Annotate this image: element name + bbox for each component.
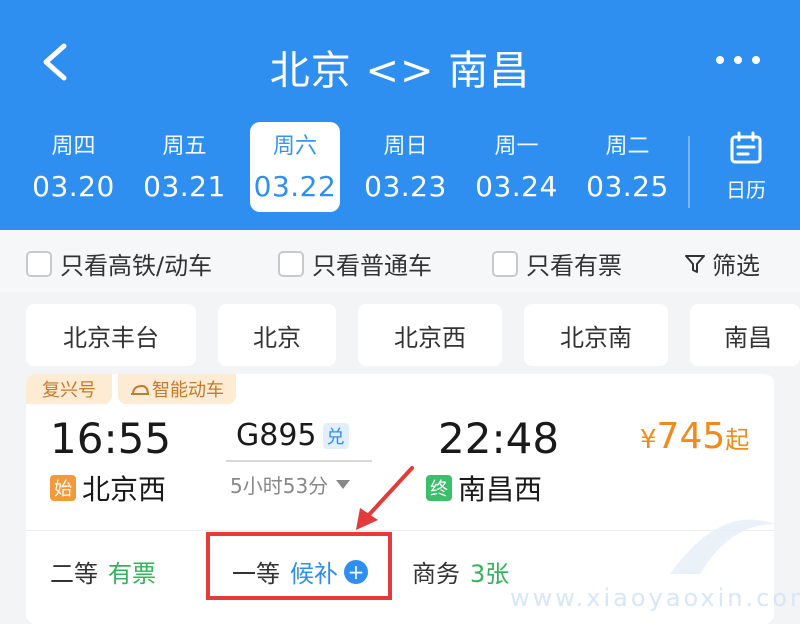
high-speed-only-checkbox[interactable]: 只看高铁/动车 [26, 246, 212, 281]
watermark-text: www.xiaoyaoxin.com [510, 584, 800, 612]
station-chip-beijingxi[interactable]: 北京西 [358, 304, 502, 366]
departure-time: 16:55 [50, 414, 172, 463]
arrival-station-name: 南昌西 [458, 473, 543, 506]
funnel-icon [685, 254, 705, 273]
checkbox-label: 只看高铁/动车 [60, 252, 213, 280]
date-selector: 周四 03.20 周五 03.21 周六 03.22 周日 03.23 周一 0… [18, 118, 690, 214]
smart-emu-tag: 智能动车 [118, 374, 236, 404]
checkbox-label: 只看普通车 [312, 252, 432, 280]
date-tab-0322-selected[interactable]: 周六 03.22 [250, 122, 340, 212]
calendar-button[interactable]: 日历 [716, 130, 776, 203]
date-value: 03.22 [253, 170, 337, 203]
date-value: 03.20 [32, 170, 115, 203]
station-chip-beijingfengtai[interactable]: 北京丰台 [26, 304, 196, 366]
seat-status: 3张 [470, 560, 510, 588]
price: ¥ 745 起 [640, 416, 749, 457]
route-title: 北京 <> 南昌 [269, 48, 531, 94]
filter-bar: 只看高铁/动车 只看普通车 只看有票 筛选 [0, 230, 800, 292]
regular-only-checkbox[interactable]: 只看普通车 [278, 246, 432, 281]
train-icon [131, 384, 149, 395]
header-divider [688, 136, 690, 208]
available-only-checkbox[interactable]: 只看有票 [492, 246, 622, 281]
station-chips: 北京丰台 北京 北京西 北京南 南昌 [26, 304, 800, 366]
seat-class-label: 商务 [412, 560, 460, 588]
date-tab-0321[interactable]: 周五 03.21 [129, 118, 240, 214]
station-chip-beijingnan[interactable]: 北京南 [524, 304, 668, 366]
checkbox-box [278, 250, 304, 277]
watermark-logo-icon [670, 519, 775, 574]
duration-toggle[interactable]: 5小时53分 [230, 470, 351, 499]
date-weekday: 周五 [162, 134, 207, 159]
fuxing-tag: 复兴号 [26, 374, 112, 404]
train-number-text: G895 [236, 418, 317, 453]
duration-text: 5小时53分 [230, 474, 329, 498]
arrival-station: 终 南昌西 [426, 468, 542, 508]
redeem-badge: 兑 [322, 422, 349, 449]
date-weekday: 周六 [272, 134, 317, 159]
arrival-time: 22:48 [438, 414, 560, 463]
smart-emu-label: 智能动车 [152, 380, 224, 401]
date-tab-0325[interactable]: 周二 03.25 [572, 118, 683, 214]
date-value: 03.21 [143, 170, 226, 203]
annotation-arrow-icon [356, 466, 414, 530]
end-badge: 终 [426, 475, 452, 501]
checkbox-box [26, 250, 52, 277]
checkbox-box [492, 250, 518, 277]
station-chip-beijing[interactable]: 北京 [218, 304, 336, 366]
date-weekday: 周日 [383, 134, 428, 159]
filter-button[interactable]: 筛选 [684, 246, 760, 281]
price-currency: ¥ [640, 425, 657, 455]
price-suffix: 起 [725, 426, 750, 454]
date-tab-0323[interactable]: 周日 03.23 [350, 118, 461, 214]
station-chip-nanchang[interactable]: 南昌 [690, 304, 800, 366]
price-value: 745 [656, 416, 726, 457]
header-bar: 北京 <> 南昌 周四 03.20 周五 03.21 周六 03.22 周日 0… [0, 0, 800, 230]
train-number: G895 兑 [236, 418, 349, 453]
departure-station: 始 北京西 [50, 468, 166, 508]
calendar-label: 日历 [726, 178, 766, 202]
date-tab-0324[interactable]: 周一 03.24 [461, 118, 572, 214]
seat-business-class[interactable]: 商务 3张 [412, 554, 509, 589]
date-value: 03.25 [586, 170, 669, 203]
departure-station-name: 北京西 [82, 473, 167, 506]
seat-second-class[interactable]: 二等 有票 [50, 554, 156, 589]
date-weekday: 周一 [494, 134, 539, 159]
start-badge: 始 [50, 475, 76, 501]
seat-status: 有票 [108, 560, 156, 588]
date-value: 03.23 [364, 170, 447, 203]
date-weekday: 周二 [605, 134, 650, 159]
more-icon[interactable] [716, 50, 760, 70]
checkbox-label: 只看有票 [526, 252, 622, 280]
date-tab-0320[interactable]: 周四 03.20 [18, 118, 129, 214]
calendar-icon [730, 131, 762, 164]
seat-class-label: 二等 [50, 560, 98, 588]
date-value: 03.24 [475, 170, 558, 203]
date-weekday: 周四 [51, 134, 96, 159]
filter-label: 筛选 [712, 252, 760, 280]
highlight-box [206, 532, 392, 600]
